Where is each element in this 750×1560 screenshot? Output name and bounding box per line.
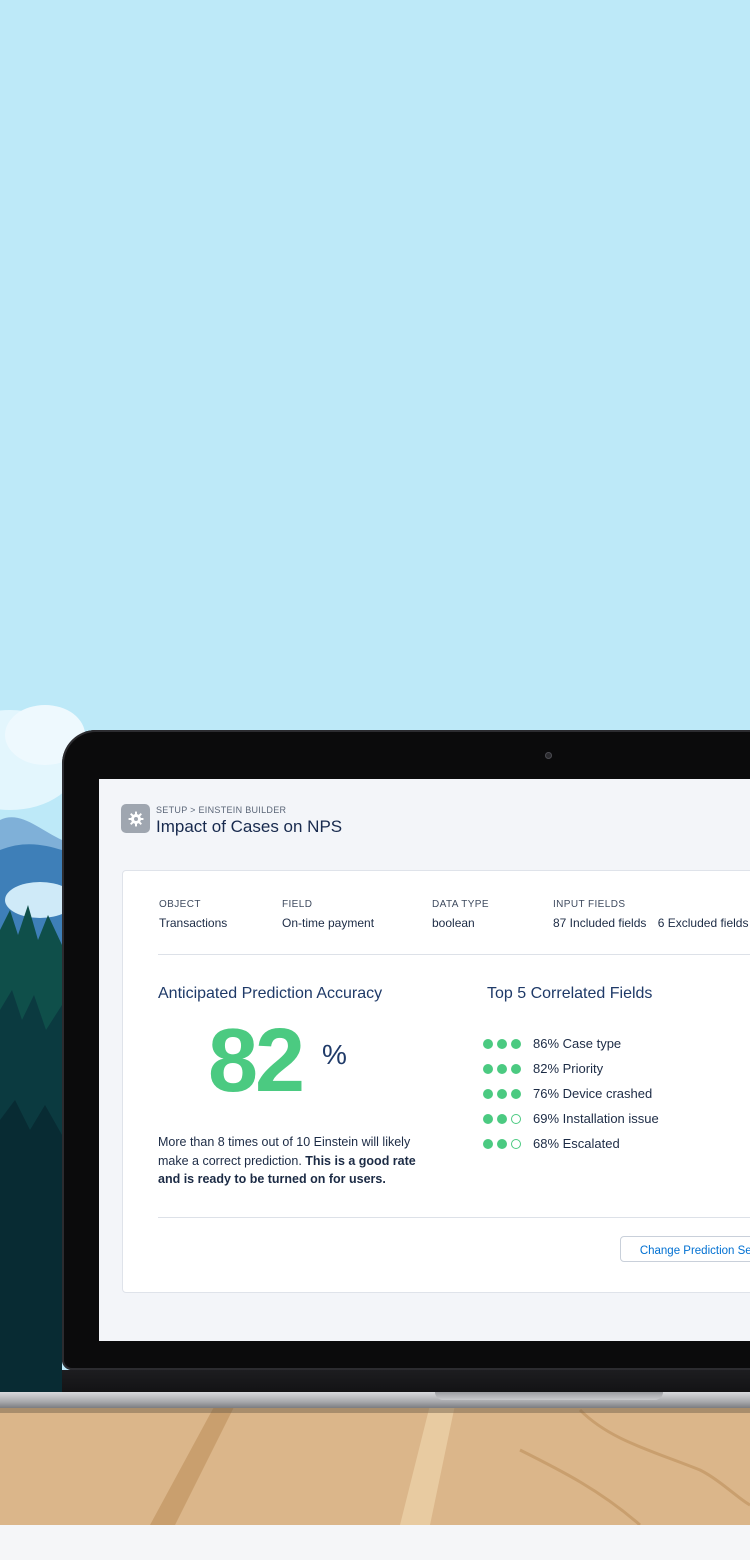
- strength-dot-filled: [511, 1063, 521, 1074]
- correlated-list: 86% Case type 82% Priority 76% Device cras…: [483, 1031, 659, 1156]
- correlated-field-row: 69% Installation issue: [483, 1106, 659, 1131]
- forest-front: [0, 1100, 62, 1400]
- correlated-field-label: 76% Device crashed: [533, 1086, 653, 1101]
- strength-dot-filled: [497, 1113, 507, 1124]
- divider: [158, 1217, 750, 1218]
- strength-indicator: [483, 1113, 531, 1124]
- accuracy-heading: Anticipated Prediction Accuracy: [158, 985, 383, 1002]
- change-prediction-settings-button[interactable]: Change Prediction Settings: [620, 1236, 750, 1262]
- correlated-field-label: 69% Installation issue: [533, 1111, 659, 1126]
- correlated-field-label: 86% Case type: [533, 1036, 622, 1051]
- meta-label: DATA TYPE: [432, 899, 489, 910]
- strength-dot-filled: [497, 1063, 507, 1074]
- laptop-base-notch: [435, 1392, 663, 1400]
- meta-object: OBJECT Transactions: [159, 899, 227, 930]
- strength-dot-filled: [511, 1038, 521, 1049]
- correlated-heading: Top 5 Correlated Fields: [487, 985, 653, 1002]
- meta-value-group: 87 Included fields 6 Excluded fields: [553, 916, 748, 930]
- correlated-field-label: 82% Priority: [533, 1061, 604, 1076]
- meta-label: INPUT FIELDS: [553, 899, 626, 910]
- divider: [158, 954, 750, 955]
- meta-value: On-time payment: [282, 916, 375, 930]
- page-title: Impact of Cases on NPS: [156, 817, 343, 836]
- strength-indicator: [483, 1038, 531, 1049]
- meta-field: FIELD On-time payment: [282, 899, 374, 930]
- accuracy-unit: %: [322, 1039, 347, 1070]
- correlated-field-label: 68% Escalated: [533, 1136, 620, 1151]
- strength-dot-filled: [497, 1088, 507, 1099]
- strength-indicator: [483, 1088, 531, 1099]
- meta-input-fields: INPUT FIELDS 87 Included fields 6 Exclud…: [553, 899, 748, 930]
- correlated-field-row: 86% Case type: [483, 1031, 659, 1056]
- strength-dot-filled: [497, 1038, 507, 1049]
- strength-indicator: [483, 1063, 531, 1074]
- strength-dot-filled: [483, 1113, 493, 1124]
- prediction-card: OBJECT Transactions FIELD On-time paymen…: [122, 870, 750, 1293]
- excluded-fields-link[interactable]: 6 Excluded fields: [658, 916, 749, 930]
- accuracy-description: More than 8 times out of 10 Einstein wil…: [158, 1133, 428, 1189]
- accuracy-value: 82: [208, 1011, 305, 1111]
- meta-value: boolean: [432, 916, 475, 930]
- strength-dot-filled: [511, 1088, 521, 1099]
- laptop-screen: SETUP > EINSTEIN BUILDER Impact of Cases…: [99, 779, 750, 1341]
- strength-dot-filled: [497, 1138, 507, 1149]
- strength-indicator: [483, 1138, 531, 1149]
- strength-dot-filled: [483, 1038, 493, 1049]
- included-fields-link[interactable]: 87 Included fields: [553, 916, 646, 930]
- correlated-field-row: 76% Device crashed: [483, 1081, 659, 1106]
- strength-dot-empty: [511, 1138, 521, 1149]
- webcam: [545, 752, 552, 759]
- meta-label: FIELD: [282, 899, 313, 910]
- correlated-field-row: 68% Escalated: [483, 1131, 659, 1156]
- breadcrumb[interactable]: SETUP > EINSTEIN BUILDER: [156, 805, 286, 815]
- laptop-chin: [62, 1370, 750, 1394]
- strength-dot-filled: [483, 1088, 493, 1099]
- desk: [0, 1395, 750, 1525]
- correlated-field-row: 82% Priority: [483, 1056, 659, 1081]
- strength-dot-empty: [511, 1113, 521, 1124]
- gear-icon: [121, 804, 150, 833]
- strength-dot-filled: [483, 1063, 493, 1074]
- meta-value: Transactions: [159, 916, 228, 930]
- meta-label: OBJECT: [159, 899, 201, 910]
- meta-data-type: DATA TYPE boolean: [432, 899, 489, 930]
- strength-dot-filled: [483, 1138, 493, 1149]
